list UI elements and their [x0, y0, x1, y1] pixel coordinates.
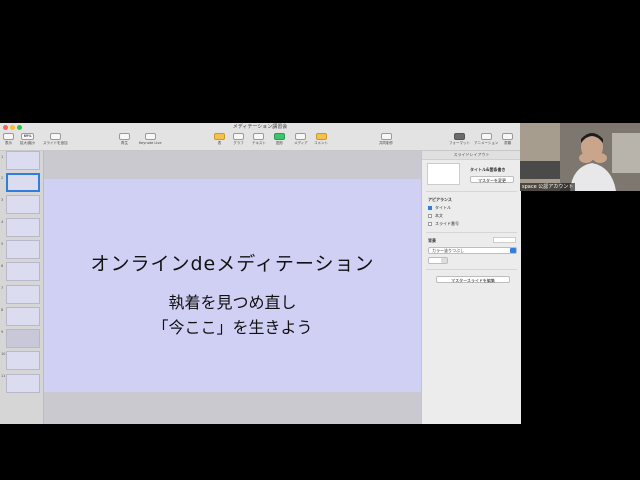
slide-thumbnail[interactable] [6, 240, 40, 259]
current-slide[interactable]: オンラインdeメディテーション 執着を見つめ直し 「今ここ」を生きよう [44, 179, 421, 392]
slide-number-checkbox[interactable] [428, 222, 432, 226]
zoom-level: 69% [21, 133, 35, 140]
slide-thumbnail[interactable] [6, 285, 40, 304]
shape-icon [274, 133, 285, 140]
divider [426, 232, 517, 233]
media-icon [295, 133, 307, 140]
background-heading: 背景 [428, 238, 436, 243]
keynote-window: メディテーション講習会 表示 69% 拡大/縮小 スライドを追加 再生 Keyn… [0, 123, 521, 424]
broadcast-icon [144, 133, 156, 140]
slide-canvas[interactable]: オンラインdeメディテーション 執着を見つめ直し 「今ここ」を生きよう [44, 151, 421, 424]
window-title: メディテーション講習会 [232, 124, 288, 130]
slide-subtitle-line2[interactable]: 「今ここ」を生きよう [44, 314, 421, 338]
toolbar: 表示 69% 拡大/縮小 スライドを追加 再生 Keynote Live 表 グ… [0, 132, 520, 151]
keynote-live-button[interactable]: Keynote Live [139, 133, 162, 145]
participant-video [520, 123, 640, 191]
format-inspector: スライドレイアウト タイトル&箇条書き マスターを変更 アピアランス タイトル … [421, 151, 521, 424]
chart-icon [233, 133, 244, 140]
divider [426, 269, 517, 270]
chart-button[interactable]: グラフ [233, 133, 244, 146]
collaborate-button[interactable]: 共同制作 [379, 133, 393, 146]
comment-icon [315, 133, 327, 140]
slide-thumbnail[interactable] [6, 329, 40, 348]
title-bar: メディテーション講習会 [0, 123, 520, 132]
slide-thumbnail-selected[interactable] [6, 173, 40, 192]
slide-thumbnail[interactable] [6, 262, 40, 281]
format-button[interactable]: フォーマット [449, 133, 470, 146]
table-button[interactable]: 表 [214, 133, 225, 146]
document-button[interactable]: 書類 [502, 133, 513, 146]
view-icon [3, 133, 14, 140]
background-color-well[interactable] [493, 237, 516, 243]
slide-thumbnail[interactable] [6, 195, 40, 214]
play-icon [119, 133, 130, 140]
animate-icon [480, 133, 492, 140]
text-icon [253, 133, 265, 140]
title-checkbox[interactable] [428, 206, 432, 210]
slide-thumbnail[interactable] [6, 351, 40, 370]
slide-thumbnail[interactable] [6, 307, 40, 326]
zoom-button[interactable]: 69% 拡大/縮小 [20, 133, 35, 146]
change-master-button[interactable]: マスターを変更 [470, 176, 514, 183]
participant-video-frame [520, 123, 640, 191]
paintbrush-icon [454, 133, 465, 140]
plus-icon [49, 133, 61, 140]
slide-thumbnail[interactable] [6, 151, 40, 170]
add-slide-button[interactable]: スライドを追加 [43, 133, 68, 146]
divider [426, 191, 517, 192]
slide-number-checkbox-label: スライド番号 [435, 221, 459, 226]
chevron-down-icon [441, 258, 447, 263]
media-button[interactable]: メディア [294, 133, 308, 146]
slide-title[interactable]: オンラインdeメディテーション [44, 249, 421, 276]
color-picker-popup[interactable] [428, 257, 448, 264]
title-checkbox-label: タイトル [435, 205, 451, 210]
fill-type-popup[interactable]: カラー塗りつぶし [428, 247, 517, 254]
play-button[interactable]: 再生 [119, 133, 130, 146]
slide-thumbnail[interactable] [6, 218, 40, 237]
appearance-heading: アピアランス [428, 197, 452, 202]
shape-button[interactable]: 図形 [274, 133, 285, 146]
document-icon [502, 133, 513, 140]
view-button[interactable]: 表示 [3, 133, 14, 146]
animate-button[interactable]: アニメーション [474, 133, 498, 146]
comment-button[interactable]: コメント [314, 133, 328, 146]
body-checkbox[interactable] [428, 214, 432, 218]
chevron-down-icon [510, 248, 516, 253]
participant-name-label: space 公認アカウント [520, 183, 576, 191]
master-name: タイトル&箇条書き [470, 167, 506, 172]
edit-master-slide-button[interactable]: マスタースライドを編集 [436, 276, 510, 283]
table-icon [214, 133, 225, 140]
collaborate-icon [380, 133, 392, 140]
slide-subtitle-line1[interactable]: 執着を見つめ直し [44, 289, 421, 313]
text-button[interactable]: テキスト [252, 133, 266, 146]
tab-slide-layout[interactable]: スライドレイアウト [422, 151, 521, 160]
body-checkbox-label: 本文 [435, 213, 443, 218]
slide-thumbnail[interactable] [6, 374, 40, 393]
master-thumbnail[interactable] [427, 163, 460, 185]
slide-navigator: 1 2 3 4 5 6 7 8 9 10 11 [0, 151, 44, 424]
